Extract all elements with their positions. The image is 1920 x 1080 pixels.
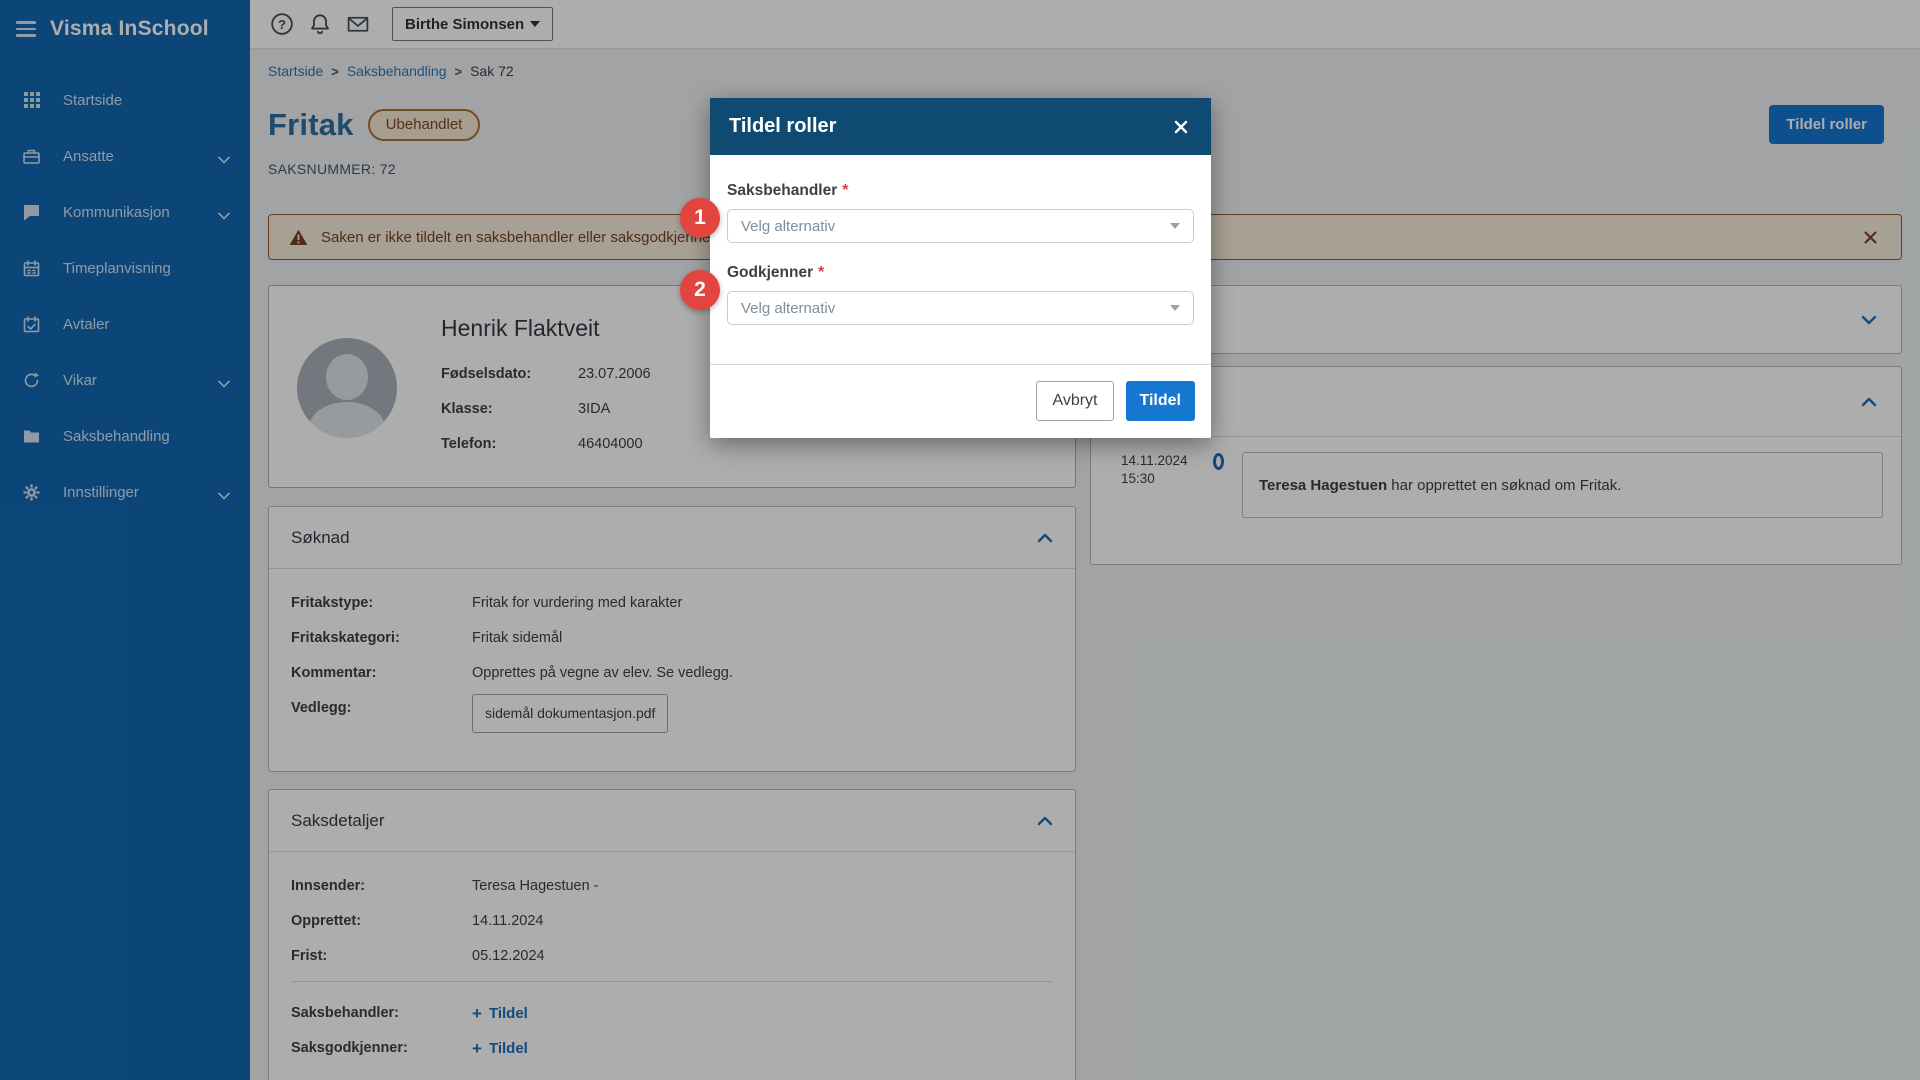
approver-field: Godkjenner * Velg alternativ: [727, 264, 1194, 325]
modal-footer: Avbryt Tildel: [710, 364, 1211, 438]
caseworker-field: Saksbehandler * Velg alternativ: [727, 182, 1194, 243]
field-label: Saksbehandler: [727, 182, 837, 199]
modal-title: Tildel roller: [729, 115, 836, 138]
field-label: Godkjenner: [727, 264, 813, 281]
select-placeholder: Velg alternativ: [741, 218, 835, 235]
app-window: Visma InSchool Startside Ansatte: [0, 0, 1920, 1080]
caret-down-icon: [1170, 305, 1180, 311]
modal-header: Tildel roller: [710, 98, 1211, 155]
select-placeholder: Velg alternativ: [741, 300, 835, 317]
caseworker-select[interactable]: Velg alternativ: [727, 209, 1194, 243]
required-asterisk: *: [842, 182, 848, 199]
assign-roles-modal: Tildel roller Saksbehandler * Velg altern…: [710, 98, 1211, 438]
cancel-button[interactable]: Avbryt: [1036, 381, 1113, 421]
submit-assign-button[interactable]: Tildel: [1126, 381, 1196, 421]
annotation-badge-1: 1: [680, 198, 720, 238]
approver-select[interactable]: Velg alternativ: [727, 291, 1194, 325]
required-asterisk: *: [818, 264, 824, 281]
caret-down-icon: [1170, 223, 1180, 229]
close-icon[interactable]: [1170, 116, 1192, 138]
annotation-badge-2: 2: [680, 270, 720, 310]
